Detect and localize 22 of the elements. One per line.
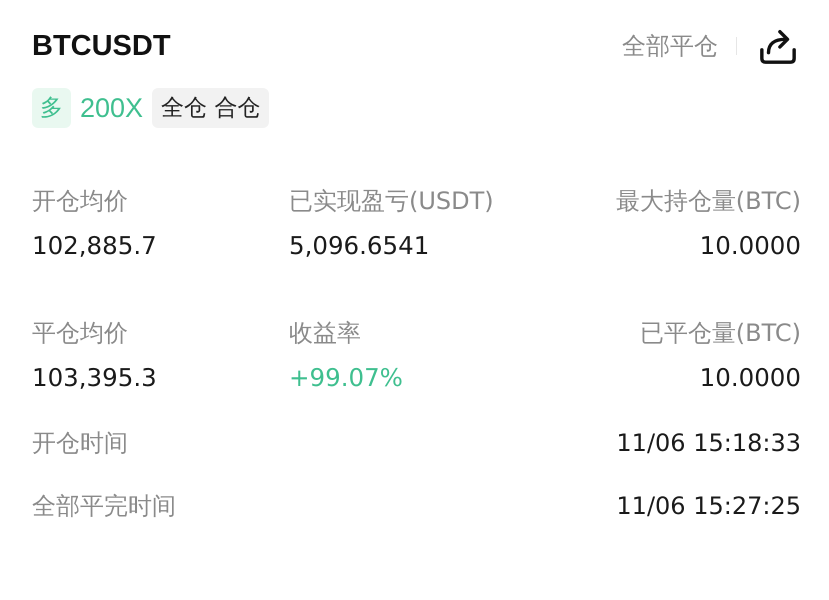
close-all-button[interactable]: 全部平仓 xyxy=(622,30,718,62)
stat-value: 10.0000 xyxy=(700,230,801,262)
symbol-title: BTCUSDT xyxy=(32,29,171,64)
time-label: 全部平完时间 xyxy=(32,491,176,522)
time-value: 11/06 15:27:25 xyxy=(616,491,801,522)
time-value: 11/06 15:18:33 xyxy=(616,428,801,459)
stat-label: 平仓均价 xyxy=(32,318,129,349)
stat-label: 已实现盈亏(USDT) xyxy=(289,186,495,217)
stat-label: 开仓均价 xyxy=(32,186,129,217)
stat-value: 5,096.6541 xyxy=(289,230,430,262)
stat-value: 10.0000 xyxy=(700,362,801,394)
margin-mode-tag: 全仓 合仓 xyxy=(152,88,270,128)
share-icon[interactable] xyxy=(759,27,797,65)
stat-value: 102,885.7 xyxy=(32,230,158,262)
stat-label: 已平仓量(BTC) xyxy=(640,318,801,349)
time-label: 开仓时间 xyxy=(32,428,128,459)
leverage-label: 200X xyxy=(80,92,144,125)
stat-label: 最大持仓量(BTC) xyxy=(616,186,801,217)
position-side-tag: 多 xyxy=(32,88,71,128)
stat-label: 收益率 xyxy=(289,318,362,349)
stat-value: 103,395.3 xyxy=(32,362,158,394)
stat-value: +99.07% xyxy=(289,362,404,394)
